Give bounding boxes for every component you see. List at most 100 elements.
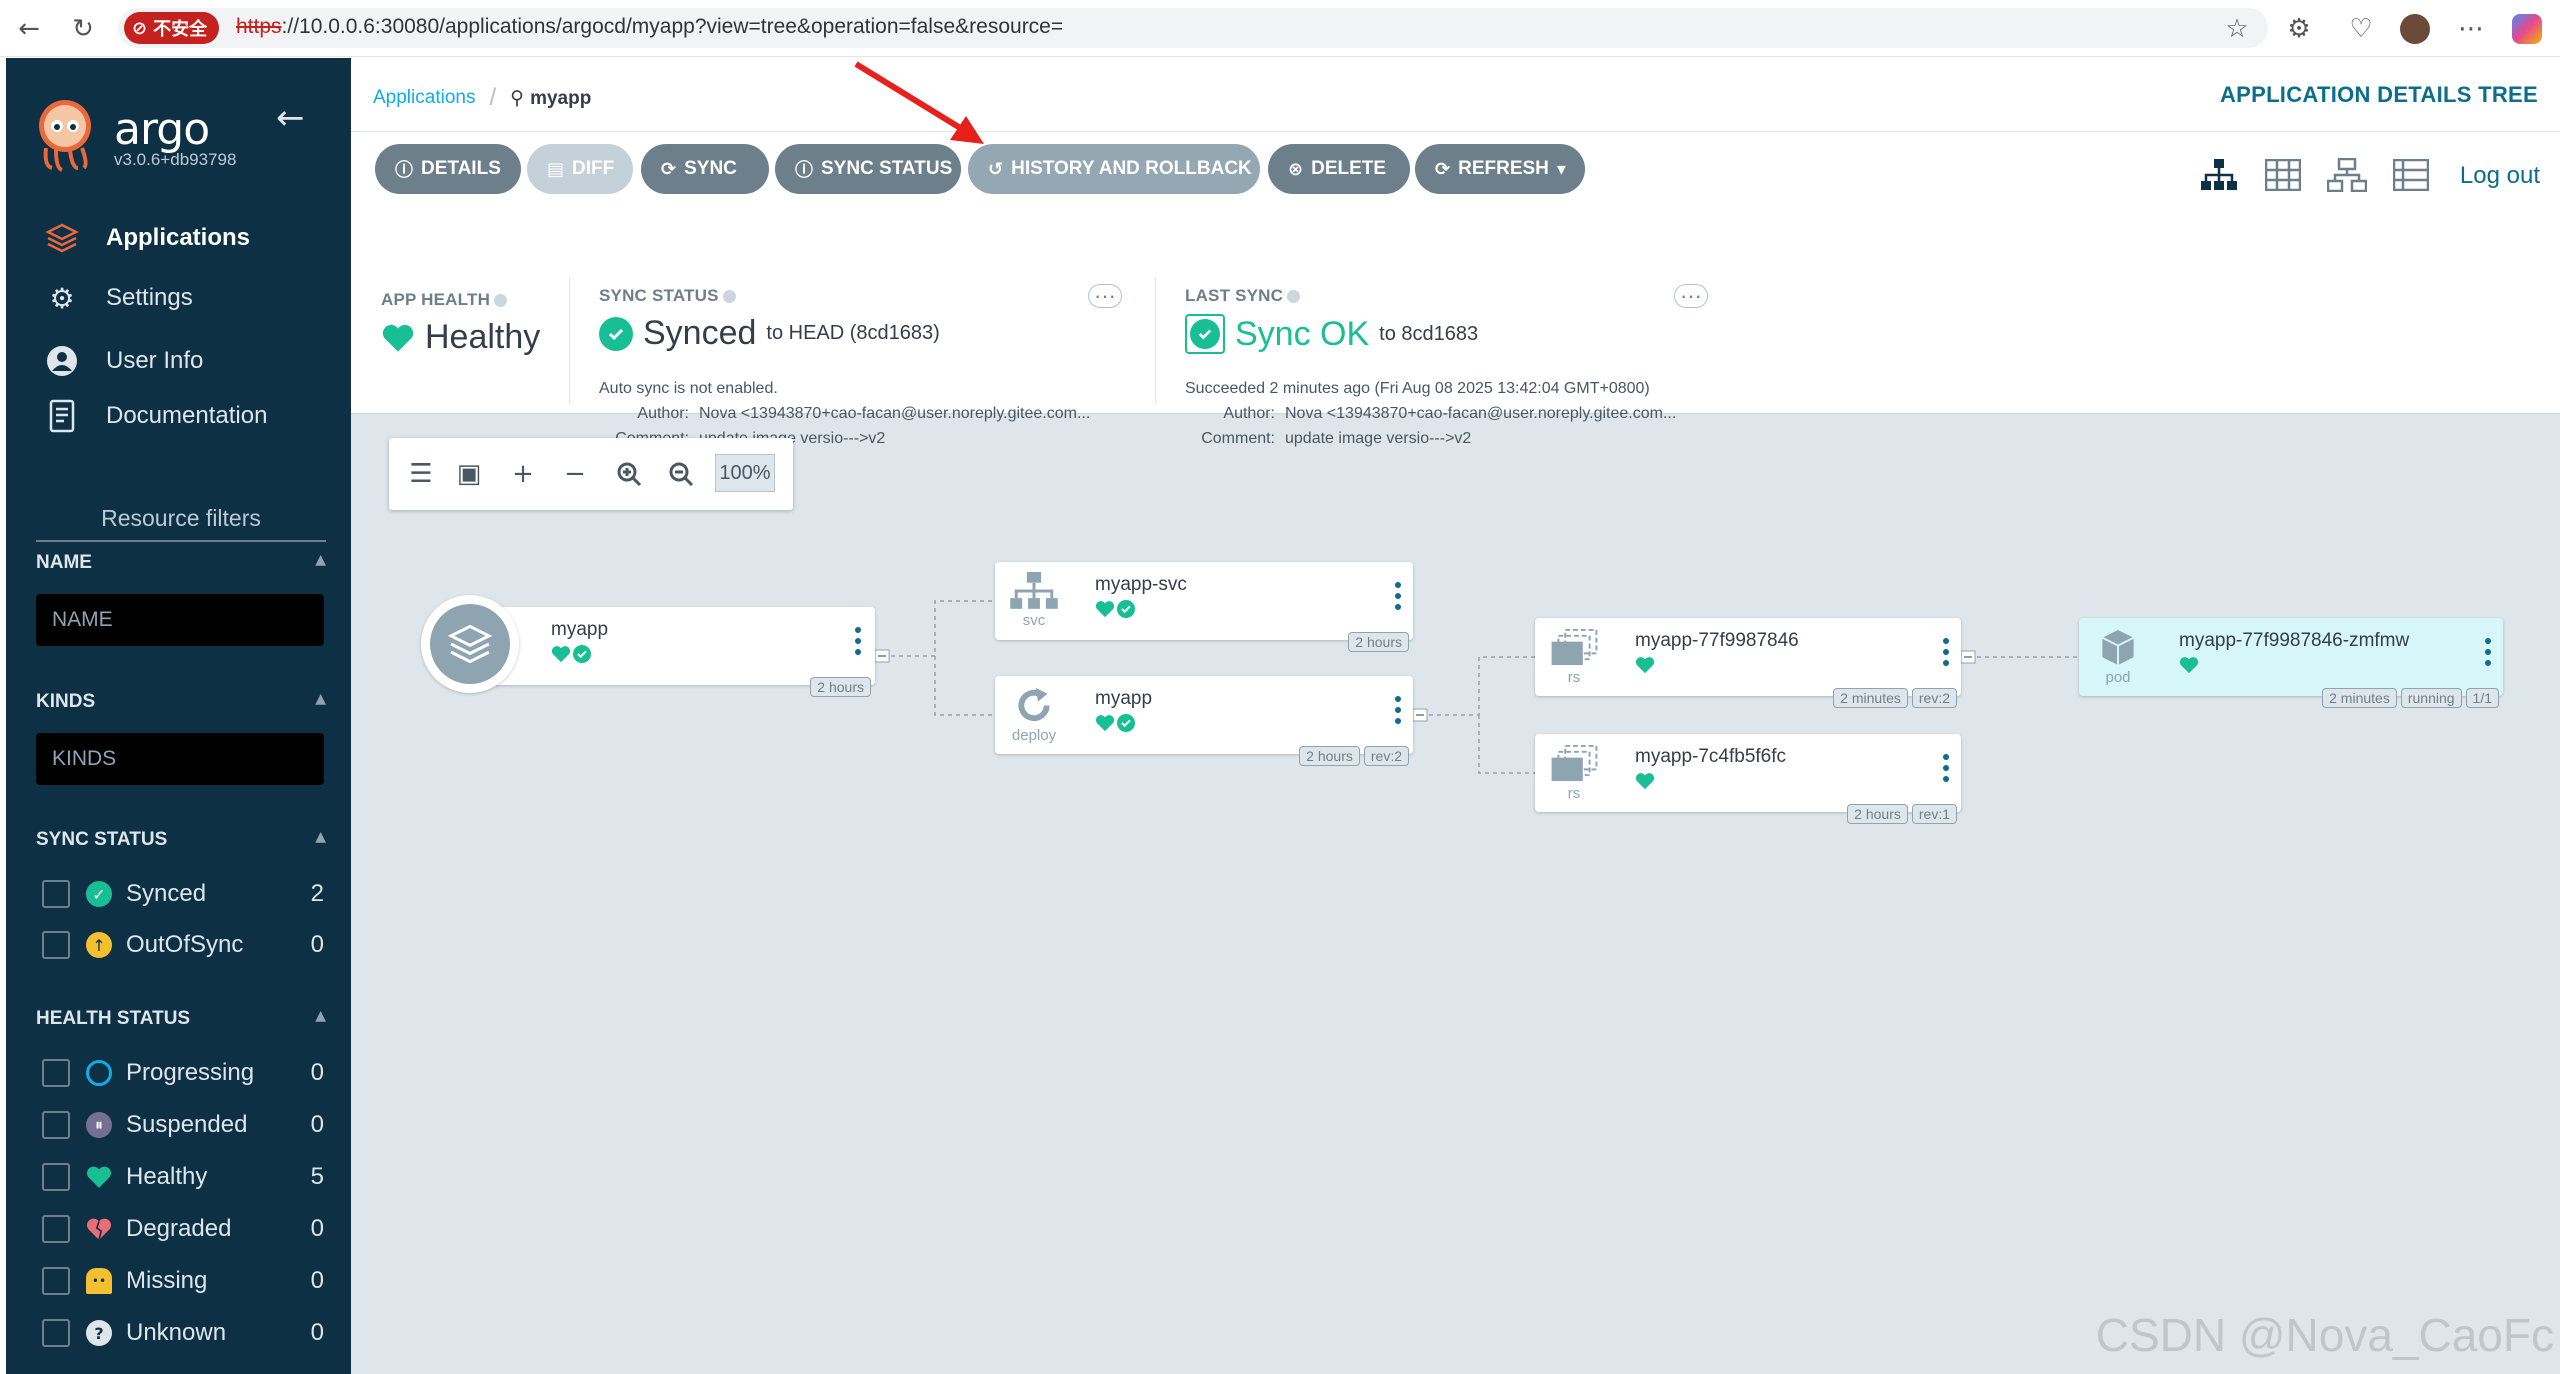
node-tags: 2 hours — [1348, 632, 1409, 652]
checkbox[interactable] — [42, 931, 70, 959]
node-tags: 2 minutes running 1/1 — [2322, 688, 2499, 708]
rs-node-name: myapp-7c4fb5f6fc — [1635, 746, 1787, 767]
more-icon[interactable]: ⋯ — [2456, 14, 2486, 44]
app-node-card[interactable] — [469, 607, 875, 685]
graph-edges — [874, 600, 2079, 774]
checkbox[interactable] — [42, 1215, 70, 1243]
warning-icon: ⊘ — [132, 17, 148, 39]
question-circle-icon: ? — [86, 1320, 112, 1346]
sync-status-filter-header[interactable]: SYNC STATUS ▲ — [36, 829, 326, 851]
star-icon[interactable]: ☆ — [2222, 14, 2252, 44]
rs-icon: rs — [1547, 628, 1601, 686]
app-node[interactable]: myapp 2 hours — [421, 595, 875, 697]
app-node-status — [551, 645, 591, 663]
heart-icon — [1095, 601, 1115, 618]
heart-icon — [1095, 715, 1115, 732]
node-tags: 2 minutes rev:2 — [1833, 688, 1957, 708]
rs-node-status — [1635, 656, 1655, 674]
svc-node-status — [1095, 600, 1135, 618]
heart-icon — [86, 1164, 112, 1190]
copilot-icon[interactable] — [2512, 14, 2542, 44]
filter-degraded[interactable]: Degraded 0 — [42, 1211, 324, 1247]
gear-icon: ⚙ — [49, 281, 75, 315]
check-circle-icon — [1117, 600, 1135, 618]
pause-circle-icon: ⏸ — [86, 1112, 112, 1138]
rs-node[interactable]: rs myapp-7c4fb5f6fc 2 hours rev:1 — [1535, 734, 1961, 824]
heart-icon — [1635, 773, 1655, 790]
extensions-icon[interactable]: ⚙ — [2284, 14, 2314, 44]
back-arrow-icon[interactable]: ← — [14, 14, 44, 44]
filter-outofsync[interactable]: ↑ OutOfSync 0 — [42, 927, 324, 963]
filter-missing[interactable]: •• Missing 0 — [42, 1263, 324, 1299]
deploy-icon: deploy — [1007, 686, 1061, 744]
rs-icon: rs — [1547, 744, 1601, 802]
nav-documentation[interactable]: Documentation — [42, 396, 267, 436]
filter-progressing[interactable]: Progressing 0 — [42, 1055, 324, 1091]
browser-toolbar: ← ↻ ⊘ 不安全 https://10.0.0.6:30080/applicat… — [0, 0, 2560, 57]
filter-synced[interactable]: ✓ Synced 2 — [42, 876, 324, 912]
nav-settings[interactable]: ⚙ Settings — [42, 278, 192, 318]
health-status-filter-header[interactable]: HEALTH STATUS ▲ — [36, 1008, 326, 1030]
nav-user-info[interactable]: User Info — [42, 341, 203, 381]
url-text[interactable]: https://10.0.0.6:30080/applications/argo… — [236, 15, 1063, 39]
check-circle-icon — [1117, 714, 1135, 732]
insecure-badge[interactable]: ⊘ 不安全 — [124, 12, 220, 44]
collapse-icon: ▲ — [315, 691, 326, 707]
collapse-icon: ▲ — [315, 829, 326, 845]
node-menu-icon[interactable] — [1395, 582, 1401, 610]
deploy-node[interactable]: deploy myapp 2 hours rev:2 — [995, 676, 1413, 766]
nav-applications[interactable]: Applications — [42, 218, 250, 258]
pod-node-name: myapp-77f9987846-zmfmw — [2179, 630, 2410, 651]
rs-node-name: myapp-77f9987846 — [1635, 630, 1799, 651]
name-filter-input[interactable]: NAME — [36, 594, 324, 646]
pod-node-status — [2179, 656, 2199, 674]
rs-node[interactable]: rs myapp-77f9987846 2 minutes rev:2 — [1535, 618, 1961, 708]
collapse-icon: ▲ — [315, 552, 326, 568]
app-node-name: myapp — [551, 619, 609, 640]
document-icon — [42, 396, 82, 436]
kinds-filter-input[interactable]: KINDS — [36, 733, 324, 785]
heart-icon — [551, 646, 571, 663]
node-menu-icon[interactable] — [2485, 638, 2491, 666]
ghost-icon: •• — [86, 1268, 112, 1294]
checkbox[interactable] — [42, 1059, 70, 1087]
checkbox[interactable] — [42, 1111, 70, 1139]
node-menu-icon[interactable] — [855, 627, 861, 655]
kinds-filter-header[interactable]: KINDS ▲ — [36, 691, 326, 713]
node-tags: 2 hours rev:1 — [1847, 804, 1957, 824]
argo-logo-icon — [39, 100, 91, 172]
checkbox[interactable] — [42, 1163, 70, 1191]
main-content: Applications / ⚲ myapp APPLICATION DETAI… — [351, 58, 2560, 1374]
collapse-icon: ▲ — [315, 1008, 326, 1024]
app-node-icon — [421, 595, 519, 693]
checkbox[interactable] — [42, 880, 70, 908]
layers-icon — [430, 604, 510, 684]
check-circle-icon: ✓ — [86, 881, 112, 907]
collapse-sidebar-icon[interactable]: ← — [276, 98, 305, 138]
filter-suspended[interactable]: ⏸ Suspended 0 — [42, 1107, 324, 1143]
svc-node[interactable]: svc myapp-svc 2 hours — [995, 562, 1413, 652]
checkbox[interactable] — [42, 1267, 70, 1295]
node-menu-icon[interactable] — [1943, 638, 1949, 666]
name-filter-header[interactable]: NAME ▲ — [36, 552, 326, 574]
node-tags: 2 hours rev:2 — [1299, 746, 1409, 766]
svc-node-name: myapp-svc — [1095, 574, 1187, 595]
version-label: v3.0.6+db93798 — [114, 150, 237, 169]
deploy-node-name: myapp — [1095, 688, 1153, 709]
reload-icon[interactable]: ↻ — [68, 14, 98, 44]
filter-healthy[interactable]: Healthy 5 — [42, 1159, 324, 1195]
heart-icon — [2179, 657, 2199, 674]
filter-unknown[interactable]: ? Unknown 0 — [42, 1315, 324, 1351]
checkbox[interactable] — [42, 1319, 70, 1347]
profile-avatar[interactable] — [2400, 14, 2430, 44]
svc-icon: svc — [1007, 572, 1061, 630]
heart-pulse-icon[interactable]: ♡ — [2346, 14, 2376, 44]
pod-icon: pod — [2091, 628, 2145, 686]
node-menu-icon[interactable] — [1395, 696, 1401, 724]
resource-filters-title: Resource filters — [36, 505, 326, 542]
watermark: CSDN @Nova_CaoFc — [2095, 1309, 2554, 1361]
pod-node[interactable]: pod myapp-77f9987846-zmfmw 2 minutes runn… — [2079, 618, 2503, 708]
rs-node-status — [1635, 772, 1655, 790]
node-tags: 2 hours — [810, 677, 871, 697]
node-menu-icon[interactable] — [1943, 754, 1949, 782]
